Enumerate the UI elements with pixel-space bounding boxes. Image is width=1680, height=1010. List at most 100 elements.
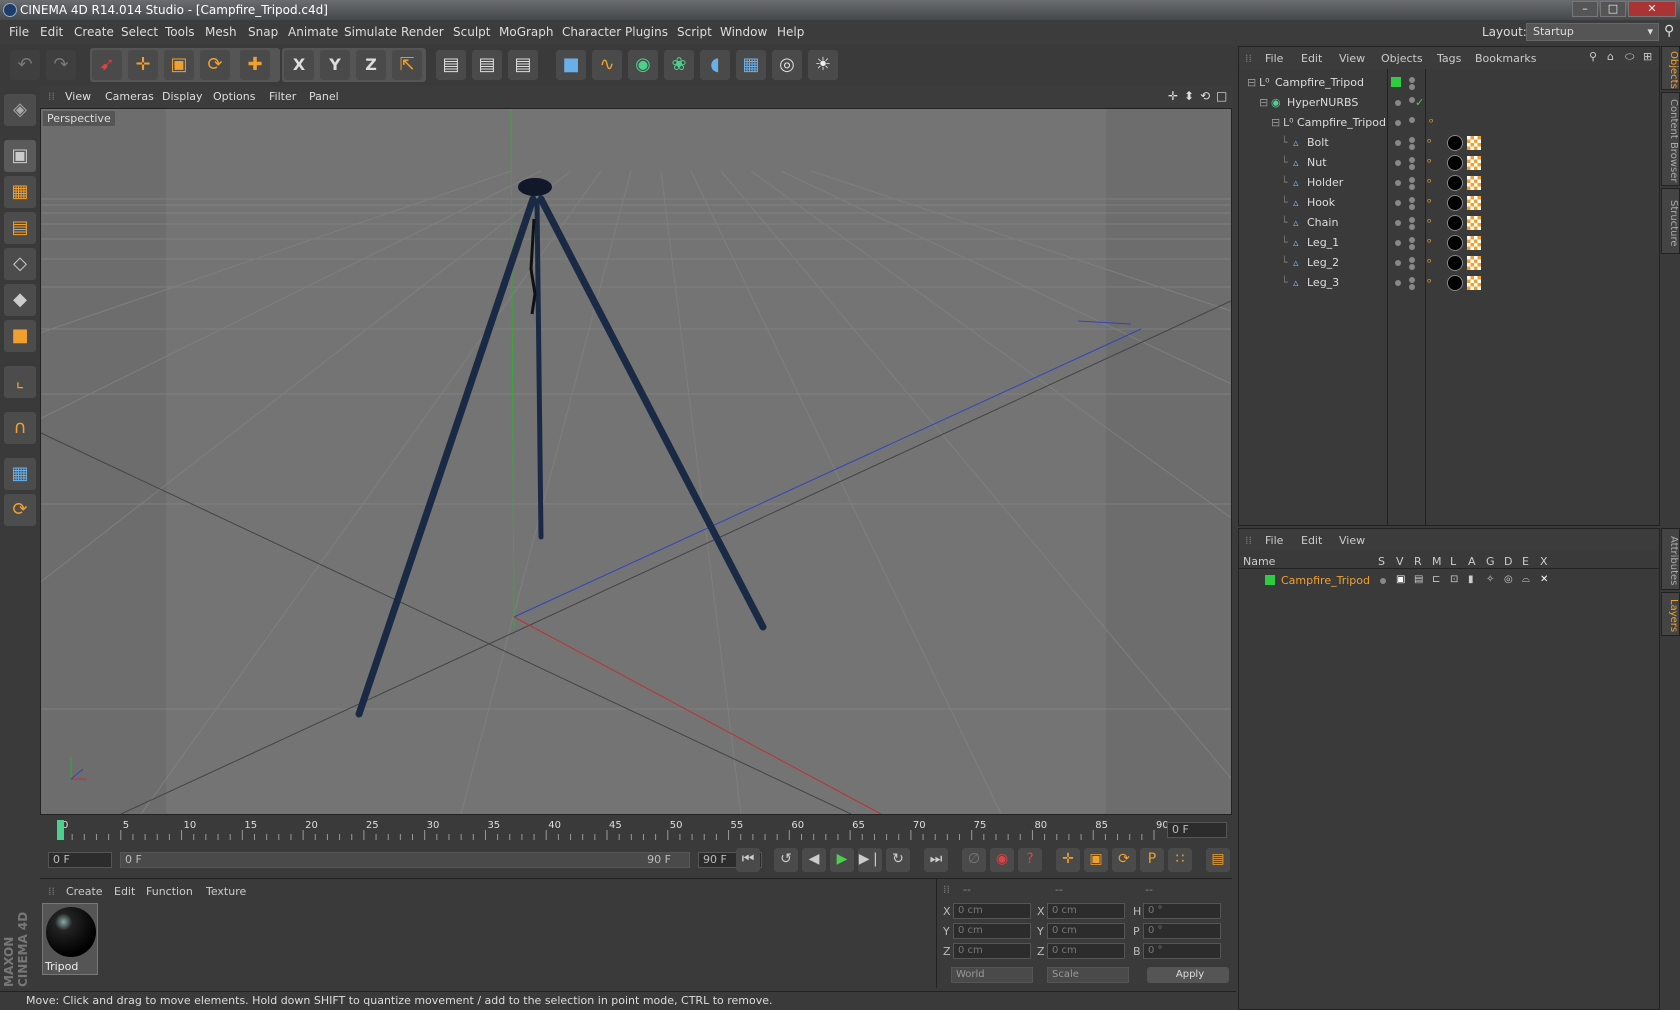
next-frame-button[interactable]: ▶❘ <box>858 848 882 872</box>
go-to-start-button[interactable]: ⏮ <box>736 848 760 872</box>
scale-icon[interactable]: ▣ <box>164 50 194 80</box>
mograph-icon[interactable]: ❀ <box>664 50 694 80</box>
mat-menu-edit[interactable]: Edit <box>114 885 135 898</box>
menu-tools[interactable]: Tools <box>165 25 195 39</box>
minimize-button[interactable]: – <box>1572 1 1598 17</box>
menu-mesh[interactable]: Mesh <box>205 25 237 39</box>
layer-col-e[interactable]: E <box>1522 555 1529 568</box>
frame-range-slider[interactable]: 0 F 90 F <box>120 852 690 868</box>
rotate-view-icon[interactable]: ⟲ <box>1200 89 1210 103</box>
render-dot[interactable] <box>1409 177 1415 183</box>
key-position-button[interactable]: ✛ <box>1056 848 1080 872</box>
layer-deformers-icon[interactable]: ◎ <box>1504 574 1513 585</box>
layer-col-d[interactable]: D <box>1504 555 1512 568</box>
rot-h-field[interactable]: 0 ° <box>1143 903 1221 919</box>
uvw-tag-icon[interactable] <box>1467 196 1481 210</box>
uvw-tag-icon[interactable] <box>1467 216 1481 230</box>
z-axis-icon[interactable]: Z <box>356 50 386 80</box>
render-dot[interactable] <box>1409 197 1415 203</box>
toggle-panel-icon[interactable]: □ <box>1216 89 1227 103</box>
search-icon[interactable]: ⚲ <box>1589 50 1597 63</box>
viewport-menu-filter[interactable]: Filter <box>269 90 296 103</box>
visibility-dot[interactable] <box>1395 160 1401 166</box>
visibility-dot[interactable] <box>1395 240 1401 246</box>
material-tag-icon[interactable] <box>1447 195 1463 211</box>
pos-y-field[interactable]: 0 cm <box>953 923 1031 939</box>
collapse-icon[interactable]: ⊟ <box>1271 116 1280 129</box>
layer-manager-icon[interactable]: ⊏ <box>1432 574 1440 585</box>
rot-p-field[interactable]: 0 ° <box>1143 923 1221 939</box>
render-view-icon[interactable]: ▤ <box>436 50 466 80</box>
x-axis-icon[interactable]: X <box>284 50 314 80</box>
menu-edit[interactable]: Edit <box>40 25 63 39</box>
render-dot[interactable] <box>1409 157 1415 163</box>
layer-row[interactable]: Campfire_Tripod ▣ ▤ ⊏ ⊡ ▮ ✧ ◎ ⌓ ✕ <box>1239 571 1659 591</box>
coord-mode-select[interactable]: World <box>951 967 1033 983</box>
enabled-check-icon[interactable]: ✓ <box>1415 96 1424 109</box>
layer-col-x[interactable]: X <box>1540 555 1548 568</box>
menu-animate[interactable]: Animate <box>288 25 338 39</box>
phong-tag-icon[interactable]: ᵒ <box>1427 176 1432 189</box>
previous-key-button[interactable]: ↺ <box>774 848 798 872</box>
render-dot[interactable] <box>1409 224 1415 230</box>
menu-snap[interactable]: Snap <box>248 25 278 39</box>
object-row[interactable]: ⊟ L⁰ Campfire_Tripod ᵒ <box>1239 113 1659 133</box>
visibility-dot[interactable] <box>1395 220 1401 226</box>
menu-script[interactable]: Script <box>677 25 712 39</box>
render-dot[interactable] <box>1409 84 1415 90</box>
phong-tag-icon[interactable]: ᵒ <box>1427 136 1432 149</box>
layer-render-icon[interactable]: ▤ <box>1414 574 1423 585</box>
visibility-dot[interactable] <box>1395 100 1401 106</box>
apply-button[interactable]: Apply <box>1147 967 1229 983</box>
new-panel-icon[interactable]: ⊞ <box>1643 50 1652 63</box>
layer-solo-icon[interactable] <box>1380 578 1386 584</box>
phong-tag-icon[interactable]: ᵒ <box>1427 236 1432 249</box>
layer-expressions-icon[interactable]: ⌓ <box>1522 574 1530 585</box>
rot-b-field[interactable]: 0 ° <box>1143 943 1221 959</box>
visibility-dot[interactable] <box>1395 120 1401 126</box>
object-row[interactable]: └ ▵ Holder ᵒ <box>1239 173 1659 193</box>
workplane-icon[interactable]: ▤ <box>4 212 36 244</box>
obj-menu-objects[interactable]: Objects <box>1381 52 1423 65</box>
render-dot[interactable] <box>1409 264 1415 270</box>
object-row[interactable]: └ ▵ Chain ᵒ <box>1239 213 1659 233</box>
collapse-icon[interactable]: ⊟ <box>1259 96 1268 109</box>
autokey-button[interactable]: ? <box>1018 848 1042 872</box>
start-frame-field[interactable]: 0 F <box>48 852 112 868</box>
material-tag-icon[interactable] <box>1447 255 1463 271</box>
menu-character[interactable]: Character <box>562 25 621 39</box>
layer-col-g[interactable]: G <box>1486 555 1495 568</box>
phong-tag-icon[interactable]: ᵒ <box>1427 216 1432 229</box>
layer-xref-icon[interactable]: ✕ <box>1540 574 1548 585</box>
visibility-dot[interactable] <box>1395 280 1401 286</box>
up-icon[interactable]: ⬭ <box>1625 50 1634 64</box>
material-tile[interactable]: Tripod <box>42 903 98 975</box>
grid-lock-icon[interactable]: ▦ <box>4 458 36 490</box>
menu-plugins[interactable]: Plugins <box>625 25 668 39</box>
layer-generators-icon[interactable]: ✧ <box>1486 574 1494 585</box>
render-dot[interactable] <box>1409 277 1415 283</box>
menu-window[interactable]: Window <box>720 25 767 39</box>
layer-col-l[interactable]: L <box>1450 555 1456 568</box>
phong-tag-icon[interactable]: ᵒ <box>1427 256 1432 269</box>
current-frame-field[interactable]: 0 F <box>1167 822 1227 838</box>
obj-menu-tags[interactable]: Tags <box>1437 52 1461 65</box>
collapse-icon[interactable]: ⊟ <box>1247 76 1256 89</box>
edges-mode-icon[interactable]: ◆ <box>4 284 36 316</box>
size-y-field[interactable]: 0 cm <box>1047 923 1125 939</box>
redo-icon[interactable]: ↷ <box>46 50 76 80</box>
zoom-view-icon[interactable]: ⬍ <box>1184 89 1194 103</box>
maximize-button[interactable]: □ <box>1600 1 1626 17</box>
axis-mode-icon[interactable]: ⌞ <box>4 366 36 398</box>
uvw-tag-icon[interactable] <box>1467 156 1481 170</box>
key-rotation-button[interactable]: ⟳ <box>1112 848 1136 872</box>
floor-icon[interactable]: ▦ <box>736 50 766 80</box>
material-tag-icon[interactable] <box>1447 235 1463 251</box>
mat-menu-texture[interactable]: Texture <box>206 885 246 898</box>
timeline-window-button[interactable]: ▤ <box>1206 848 1230 872</box>
rotate-icon[interactable]: ⟳ <box>200 50 230 80</box>
layer-color-icon[interactable] <box>1265 575 1275 585</box>
pos-x-field[interactable]: 0 cm <box>953 903 1031 919</box>
menu-render[interactable]: Render <box>401 25 444 39</box>
layer-col-m[interactable]: M <box>1432 555 1442 568</box>
